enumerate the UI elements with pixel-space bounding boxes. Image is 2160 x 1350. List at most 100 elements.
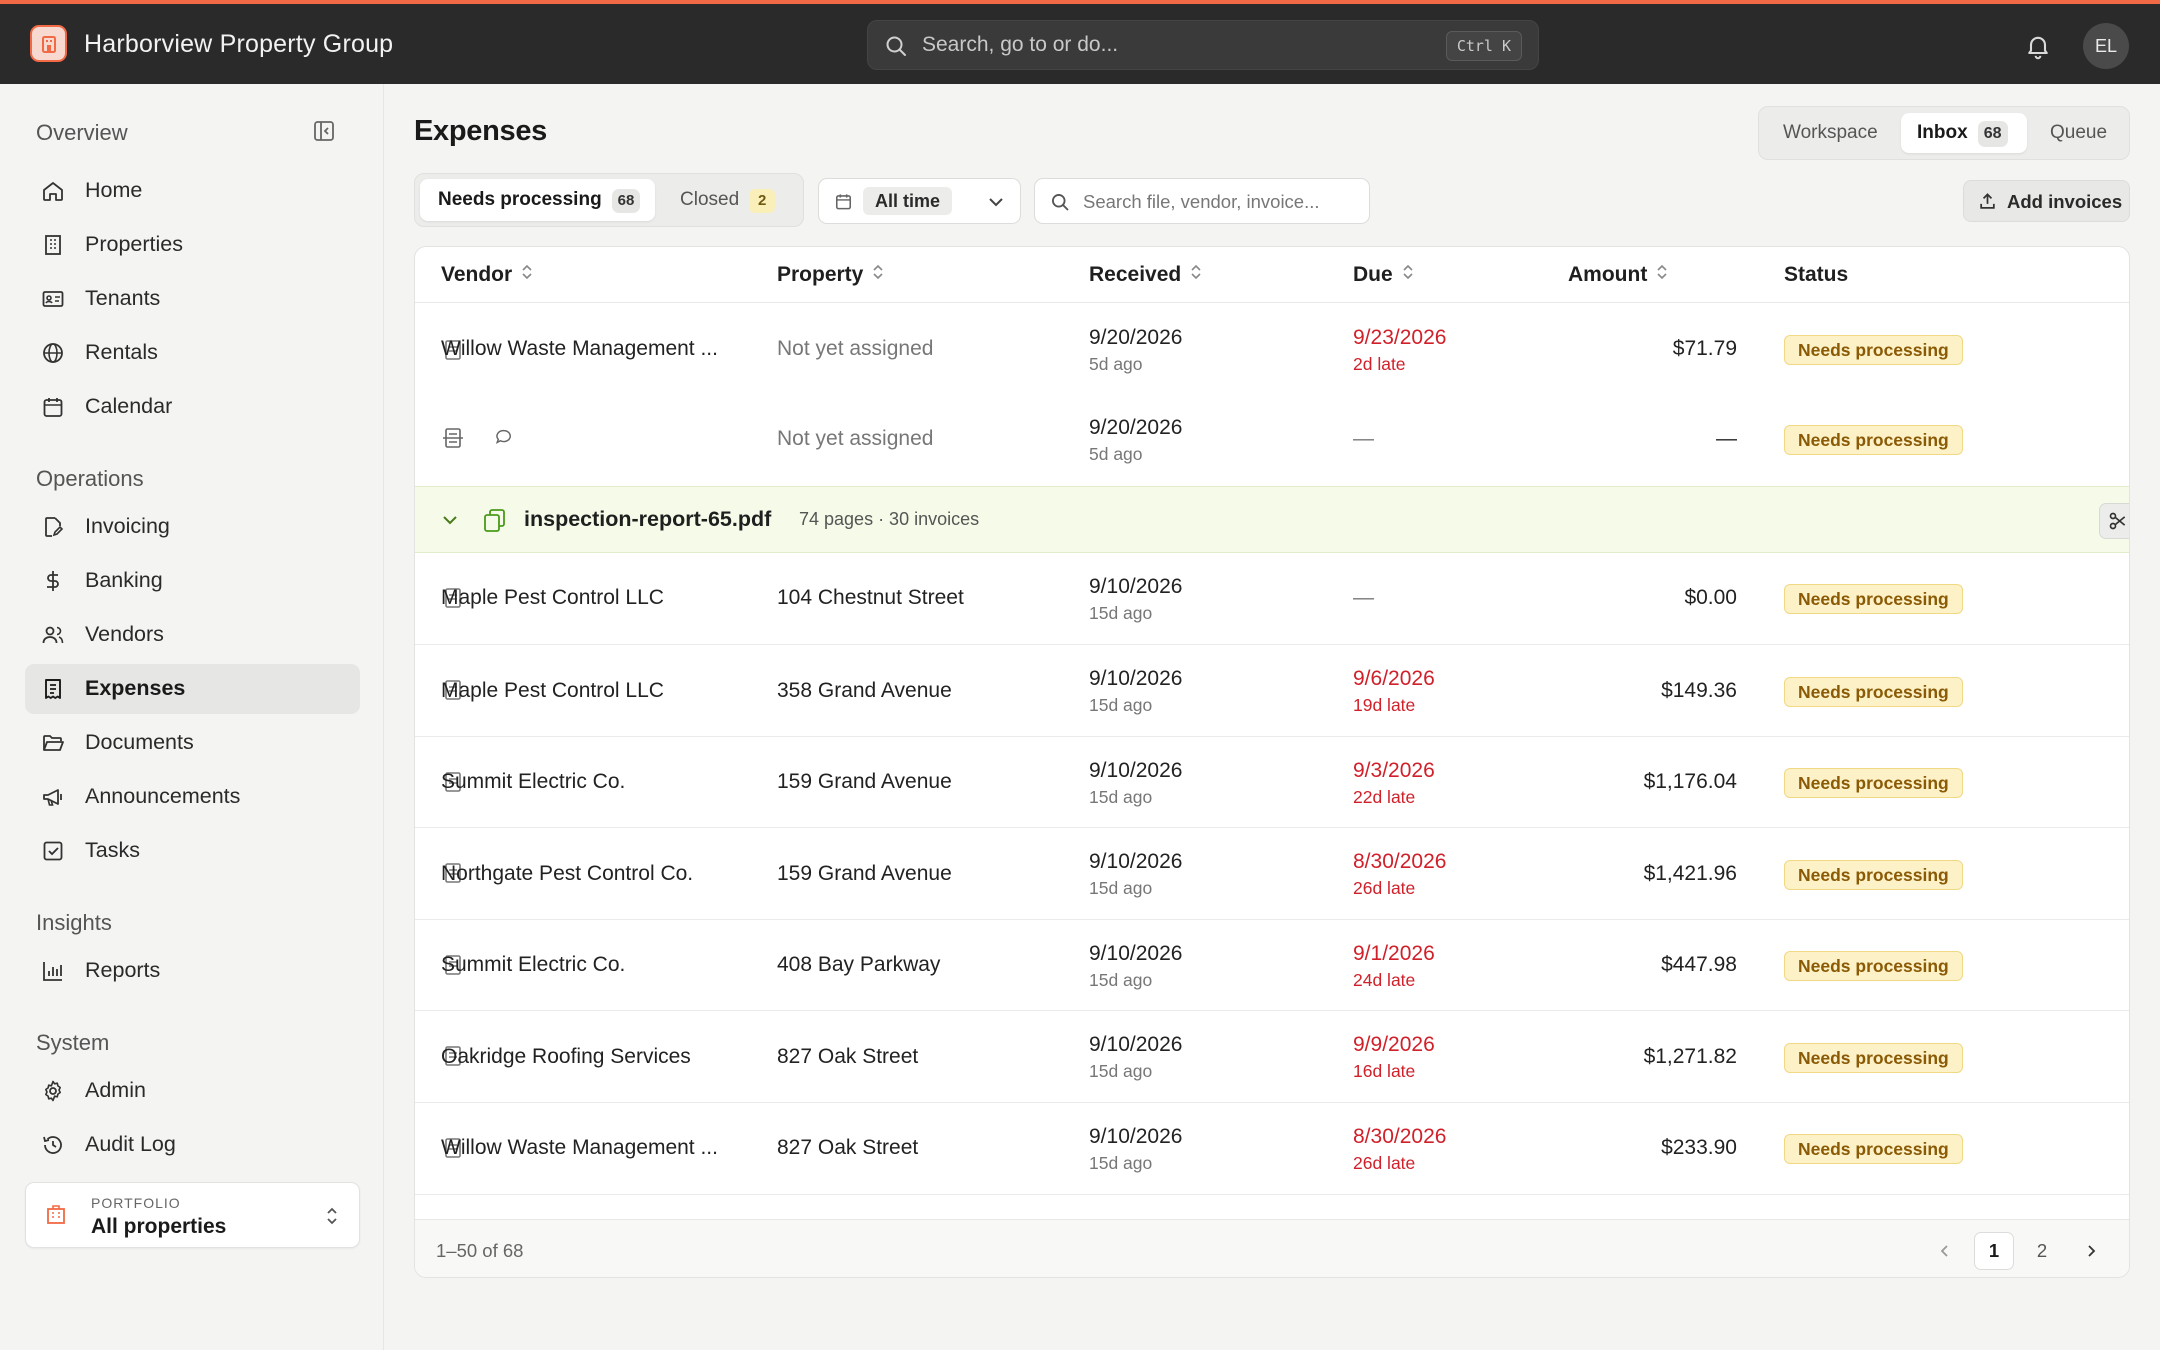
globe-icon xyxy=(41,341,65,365)
date-filter-select[interactable]: All time xyxy=(818,178,1021,224)
amount: $1,421.96 xyxy=(1643,862,1737,885)
received-date: 9/10/2026 xyxy=(1089,1033,1183,1056)
column-amount[interactable]: Amount xyxy=(1568,263,1668,287)
add-invoices-button[interactable]: Add invoices xyxy=(1963,180,2130,222)
sidebar-item-properties[interactable]: Properties xyxy=(25,220,360,270)
users-icon xyxy=(41,623,65,647)
column-vendor[interactable]: Vendor xyxy=(441,263,533,287)
column-due[interactable]: Due xyxy=(1353,263,1414,287)
due-late: 16d late xyxy=(1353,1061,1416,1081)
status-badge: Needs processing xyxy=(1784,584,1963,614)
table-row[interactable]: Maple Pest Control LLC 104 Chestnut Stre… xyxy=(415,553,2129,645)
sidebar: Overview Home Properties Tenants Rentals… xyxy=(0,84,384,1350)
status-tabs: Needs processing 68 Closed 2 xyxy=(414,173,804,227)
checkbox-icon xyxy=(41,839,65,863)
table-row[interactable]: Northgate Pest Control Co. 159 Grand Ave… xyxy=(415,828,2129,920)
received-ago: 15d ago xyxy=(1089,970,1153,990)
due-date: 8/30/2026 xyxy=(1353,850,1447,873)
received-ago: 15d ago xyxy=(1089,878,1153,898)
sidebar-item-calendar[interactable]: Calendar xyxy=(25,382,360,432)
sidebar-item-label: Documents xyxy=(85,730,194,754)
prev-page-chevron-left-icon[interactable] xyxy=(1925,1232,1965,1270)
received-date: 9/10/2026 xyxy=(1089,759,1183,782)
split-document-icon[interactable] xyxy=(442,427,464,449)
view-queue[interactable]: Queue xyxy=(2050,113,2107,153)
status-badge: Needs processing xyxy=(1784,951,1963,981)
received-ago: 5d ago xyxy=(1089,444,1143,464)
next-page-chevron-right-icon[interactable] xyxy=(2071,1232,2111,1270)
sidebar-item-documents[interactable]: Documents xyxy=(25,718,360,768)
table-row[interactable]: Summit Electric Co. 408 Bay Parkway 9/10… xyxy=(415,920,2129,1011)
bell-icon[interactable] xyxy=(2024,32,2052,65)
view-workspace[interactable]: Workspace xyxy=(1783,113,1878,153)
column-property[interactable]: Property xyxy=(777,263,884,287)
inbox-count-badge: 68 xyxy=(1977,121,2008,147)
status-badge: Needs processing xyxy=(1784,860,1963,890)
sidebar-item-vendors[interactable]: Vendors xyxy=(25,610,360,660)
sidebar-collapse-icon[interactable] xyxy=(312,119,336,148)
sidebar-item-tasks[interactable]: Tasks xyxy=(25,826,360,876)
property-name: 408 Bay Parkway xyxy=(777,953,941,976)
sidebar-item-banking[interactable]: Banking xyxy=(25,556,360,606)
property-name: Not yet assigned xyxy=(777,337,934,360)
sidebar-item-announcements[interactable]: Announcements xyxy=(25,772,360,822)
table-row[interactable]: Summit Electric Co. 159 Grand Avenue 9/1… xyxy=(415,737,2129,828)
amount: $233.90 xyxy=(1661,1136,1737,1159)
property-name: 104 Chestnut Street xyxy=(777,586,964,609)
view-label: Inbox xyxy=(1917,122,1968,143)
received-ago: 15d ago xyxy=(1089,695,1153,715)
amount: $71.79 xyxy=(1672,337,1737,360)
sidebar-item-audit-log[interactable]: Audit Log xyxy=(25,1120,360,1170)
column-received[interactable]: Received xyxy=(1089,263,1202,287)
sidebar-item-label: Invoicing xyxy=(85,514,170,538)
global-search[interactable]: Ctrl K xyxy=(867,20,1539,70)
bar-chart-icon xyxy=(41,959,65,983)
received-date: 9/10/2026 xyxy=(1089,942,1183,965)
view-inbox[interactable]: Inbox 68 xyxy=(1901,113,2027,153)
scissors-icon[interactable] xyxy=(2099,503,2129,539)
file-group-row[interactable]: inspection-report-65.pdf 74 pages · 30 i… xyxy=(415,486,2129,553)
top-bar: Harborview Property Group Ctrl K EL xyxy=(0,0,2160,84)
sidebar-item-expenses[interactable]: Expenses xyxy=(25,664,360,714)
due-date: 9/1/2026 xyxy=(1353,942,1435,965)
app-logo-icon[interactable] xyxy=(30,25,67,62)
sidebar-item-invoicing[interactable]: Invoicing xyxy=(25,502,360,552)
page-1-button[interactable]: 1 xyxy=(1974,1232,2014,1270)
received-ago: 5d ago xyxy=(1089,354,1143,374)
sidebar-item-tenants[interactable]: Tenants xyxy=(25,274,360,324)
table-row[interactable]: Maple Pest Control LLC 358 Grand Avenue … xyxy=(415,645,2129,737)
sort-icon xyxy=(872,263,884,287)
portfolio-selector[interactable]: PORTFOLIO All properties xyxy=(25,1182,360,1248)
sidebar-item-reports[interactable]: Reports xyxy=(25,946,360,996)
amount: $1,176.04 xyxy=(1643,770,1737,793)
tab-closed[interactable]: Closed 2 xyxy=(660,179,796,221)
table-row[interactable]: Willow Waste Management ... Not yet assi… xyxy=(415,304,2129,394)
tab-needs-processing[interactable]: Needs processing 68 xyxy=(420,179,655,221)
table-row[interactable]: Not yet assigned 9/20/2026 5d ago — — Ne… xyxy=(415,394,2129,486)
page-2-button[interactable]: 2 xyxy=(2022,1232,2062,1270)
file-search-input[interactable] xyxy=(1083,188,1353,216)
status-badge: Needs processing xyxy=(1784,1134,1963,1164)
table-row[interactable]: Oakridge Roofing Services 827 Oak Street… xyxy=(415,1011,2129,1103)
file-search[interactable] xyxy=(1034,178,1370,224)
global-search-input[interactable] xyxy=(922,31,1402,59)
table-row[interactable]: Willow Waste Management ... 827 Oak Stre… xyxy=(415,1103,2129,1195)
comment-icon[interactable] xyxy=(494,427,516,449)
building-icon xyxy=(41,233,65,257)
received-date: 9/20/2026 xyxy=(1089,326,1183,349)
chevron-down-icon xyxy=(986,193,1006,216)
sidebar-item-rentals[interactable]: Rentals xyxy=(25,328,360,378)
chevron-down-icon[interactable] xyxy=(441,511,459,534)
sidebar-item-admin[interactable]: Admin xyxy=(25,1066,360,1116)
user-avatar[interactable]: EL xyxy=(2083,23,2129,69)
property-name: Not yet assigned xyxy=(777,427,934,450)
sidebar-item-label: Tenants xyxy=(85,286,161,310)
receipt-icon xyxy=(41,677,65,701)
sidebar-item-label: Banking xyxy=(85,568,163,592)
sidebar-item-home[interactable]: Home xyxy=(25,166,360,216)
property-name: 159 Grand Avenue xyxy=(777,862,952,885)
sidebar-item-label: Announcements xyxy=(85,784,241,808)
search-icon xyxy=(1050,192,1070,217)
amount: — xyxy=(1716,427,1737,450)
sidebar-section-system: System xyxy=(36,1030,110,1055)
